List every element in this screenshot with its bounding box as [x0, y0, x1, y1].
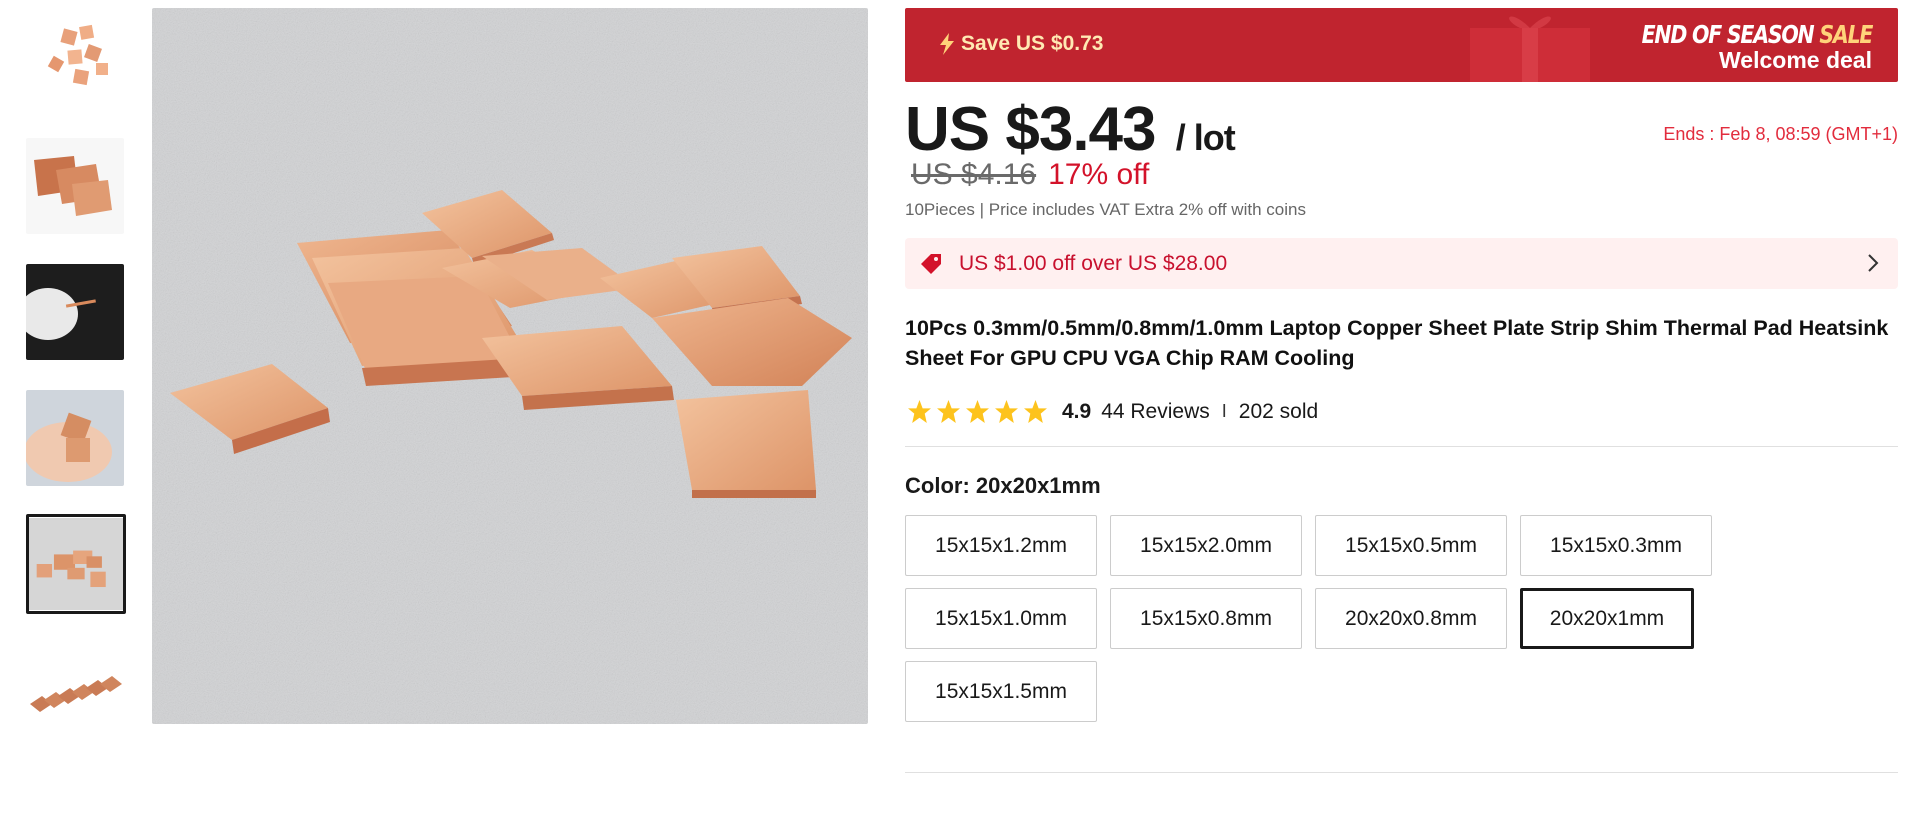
color-option[interactable]: 15x15x0.5mm [1315, 515, 1507, 576]
chevron-right-icon [1868, 254, 1879, 272]
divider [905, 446, 1898, 447]
thumbnail-hand-black[interactable] [26, 264, 124, 360]
color-selected-value: 20x20x1mm [975, 473, 1101, 498]
save-text: Save US $0.73 [961, 32, 1104, 55]
gift-box-icon [1470, 16, 1590, 82]
color-label: Color: 20x20x1mm [905, 473, 1898, 499]
thumbnail-stacked-sheets[interactable] [26, 138, 124, 234]
star-icon [995, 400, 1018, 423]
current-price: US $3.43 / lot [905, 94, 1236, 165]
color-option[interactable]: 15x15x1.2mm [905, 515, 1097, 576]
main-product-image[interactable] [152, 8, 868, 724]
original-price-row: US $4.16 17% off [905, 158, 1898, 196]
rating-score: 4.9 [1062, 399, 1092, 423]
product-title: 10Pcs 0.3mm/0.5mm/0.8mm/1.0mm Laptop Cop… [905, 316, 1889, 370]
save-amount: Save US $0.73 [939, 32, 1103, 56]
price-value: US $3.43 [905, 95, 1157, 164]
welcome-deal: Welcome deal [1719, 47, 1872, 73]
tag-icon [921, 253, 941, 274]
promo-banner: Save US $0.73 END OF SEASON SALE Welcome… [905, 8, 1898, 82]
thumbnail-scattered-squares[interactable] [26, 8, 124, 104]
star-icon [1024, 400, 1047, 423]
color-option-selected[interactable]: 20x20x1mm [1520, 588, 1694, 649]
discount-percent: 17% off [1048, 158, 1150, 191]
color-label-prefix: Color: [905, 473, 976, 498]
price-unit: / lot [1175, 117, 1236, 158]
sold-count: 202 sold [1238, 399, 1319, 423]
color-option[interactable]: 15x15x0.3mm [1520, 515, 1712, 576]
star-rating [907, 399, 1048, 424]
star-icon [937, 400, 960, 423]
coupon-text: US $1.00 off over US $28.00 [959, 251, 1228, 275]
lightning-icon [940, 33, 954, 55]
reviews-link[interactable]: 44 Reviews [1101, 400, 1210, 424]
thumbnail-main-active[interactable] [26, 514, 126, 614]
thumbnail-row-strips[interactable] [26, 644, 124, 740]
product-info-panel: Save US $0.73 END OF SEASON SALE Welcome… [905, 8, 1898, 773]
end-of-season-sale: END OF SEASON SALE [1641, 20, 1873, 49]
star-icon [908, 400, 931, 423]
color-option[interactable]: 15x15x1.5mm [905, 661, 1097, 722]
rating-row: 4.9 44 Reviews I 202 sold [905, 399, 1898, 424]
color-option[interactable]: 15x15x0.8mm [1110, 588, 1302, 649]
color-options: 15x15x1.2mm 15x15x2.0mm 15x15x0.5mm 15x1… [905, 515, 1745, 722]
deal-ends: Ends : Feb 8, 08:59 (GMT+1) [1663, 124, 1898, 144]
sale-word2: SALE [1819, 20, 1873, 49]
vat-note: 10Pieces | Price includes VAT Extra 2% o… [905, 200, 1306, 219]
star-icon [966, 400, 989, 423]
color-option[interactable]: 15x15x1.0mm [905, 588, 1097, 649]
rating-separator: I [1221, 401, 1227, 421]
sale-word1: END OF SEASON [1641, 20, 1820, 49]
color-option[interactable]: 20x20x0.8mm [1315, 588, 1507, 649]
color-option[interactable]: 15x15x2.0mm [1110, 515, 1302, 576]
original-price: US $4.16 [911, 158, 1037, 191]
thumbnail-hand-holding[interactable] [26, 390, 124, 486]
divider [905, 772, 1898, 773]
coupon-bar[interactable]: US $1.00 off over US $28.00 [905, 238, 1898, 289]
